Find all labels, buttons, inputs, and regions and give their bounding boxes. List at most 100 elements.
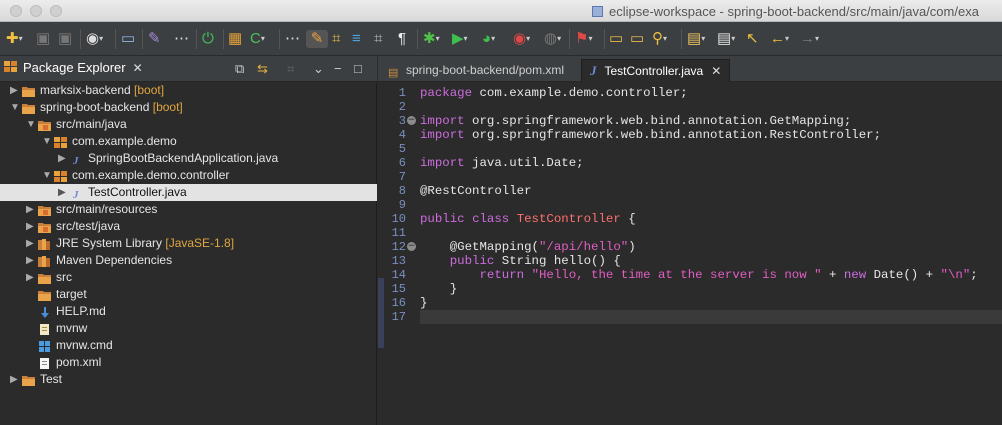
code-line[interactable] [420,170,1002,184]
main-toolbar: ✚▾ ▣ ▣ ◉▾ ▭ ✎ ⋯ ⏻ ▦ C▾ ⋯ ✎ ⌗ ≡ ⌗ ¶ ✱▾ ▶▾… [0,22,1002,56]
code-token: + [821,268,844,282]
tree-item[interactable]: ▼ com.example.demo [0,133,377,150]
code-line[interactable] [420,226,1002,240]
code-line[interactable]: @GetMapping("/api/hello") [420,240,1002,254]
user-profile-icon[interactable]: ◉▾ [86,30,103,48]
open-type-icon[interactable]: ▭ [609,30,623,48]
collapse-arrow-icon[interactable]: ▶ [26,218,34,235]
collapse-arrow-icon[interactable]: ▶ [58,184,66,201]
tree-item[interactable]: target [0,286,377,303]
collapse-arrow-icon[interactable]: ▶ [58,150,66,167]
expand-arrow-icon[interactable]: ▼ [26,116,36,133]
line-number: 8 [398,184,406,198]
external-tools-icon[interactable]: ◉▾ [513,30,530,48]
terminal-icon[interactable]: ▭ [121,30,135,48]
expand-arrow-icon[interactable]: ▼ [10,99,20,116]
back-icon[interactable]: ←▾ [770,30,789,48]
maximize-view-icon[interactable]: □ [354,61,362,77]
coverage-icon[interactable]: ◕▾ [482,30,495,48]
tree-item[interactable]: ▶ J SpringBootBackendApplication.java [0,150,377,167]
tab-testcontroller-java[interactable]: J TestController.java ✕ [581,59,731,82]
tree-item[interactable]: HELP.md [0,303,377,320]
next-annotation-icon[interactable]: ⋯ [285,30,300,48]
code-line[interactable]: import java.util.Date; [420,156,1002,170]
stop-icon[interactable]: ◍▾ [544,30,561,48]
tree-item[interactable]: pom.xml [0,354,377,371]
last-edit-location-icon[interactable]: ↖ [746,30,759,48]
collapse-arrow-icon[interactable]: ▶ [26,235,34,252]
forward-icon[interactable]: →▾ [800,30,819,48]
toggle-breadcrumb-icon[interactable]: ⋯ [174,30,189,48]
filter-icon[interactable]: ⌗ [287,61,294,77]
tree-item[interactable]: ▶ src/test/java [0,218,377,235]
expand-arrow-icon[interactable]: ▼ [42,167,52,184]
view-menu-icon[interactable]: ⌄ [313,61,324,77]
code-line[interactable]: import org.springframework.web.bind.anno… [420,128,1002,142]
collapse-arrow-icon[interactable]: ▶ [10,371,18,388]
minimize-window-button[interactable] [30,5,42,17]
tree-item[interactable]: ▶ marksix-backend [boot] [0,82,377,99]
collapse-arrow-icon[interactable]: ▶ [26,252,34,269]
tree-item[interactable]: ▶ Maven Dependencies [0,252,377,269]
mark-occurrences-icon[interactable]: ✎ [306,30,328,48]
close-tab-icon[interactable]: ✕ [711,64,721,78]
package-explorer-tab[interactable]: Package Explorer ✕ [4,60,143,80]
run-icon[interactable]: ▶▾ [452,30,468,48]
package-icon [54,170,67,182]
expand-arrow-icon[interactable]: ▼ [42,133,52,150]
close-tab-icon[interactable]: ✕ [133,61,143,75]
word-wrap-icon[interactable]: ≡ [352,30,361,48]
new-java-package-icon[interactable]: ▦ [228,30,242,48]
tree-item[interactable]: ▼ src/main/java [0,116,377,133]
code-line[interactable] [420,100,1002,114]
code-line[interactable]: @RestController [420,184,1002,198]
collapse-arrow-icon[interactable]: ▶ [10,82,18,99]
tree-item[interactable]: ▼ com.example.demo.controller [0,167,377,184]
next-edit-location-icon[interactable]: ▤▾ [687,30,705,48]
tab-pom-xml[interactable]: ▤ spring-boot-backend/pom.xml [380,59,572,82]
close-window-button[interactable] [10,5,22,17]
spring-boot-run-icon[interactable]: ⚑▾ [575,30,592,48]
search-icon[interactable]: ⚲▾ [652,30,667,48]
tree-item[interactable]: ▶ Test [0,371,377,388]
debug-icon[interactable]: ✱▾ [423,30,440,48]
tree-item[interactable]: ▶ J TestController.java [0,184,377,201]
save-all-icon[interactable]: ▣ [58,30,72,48]
show-whitespace-box-icon[interactable]: ⌗ [374,30,382,48]
code-line[interactable]: } [420,282,1002,296]
collapse-arrow-icon[interactable]: ▶ [26,201,34,218]
fold-toggle-icon[interactable]: − [407,116,416,125]
open-task-icon[interactable]: ▭ [630,30,644,48]
fold-toggle-icon[interactable]: − [407,242,416,251]
block-selection-icon[interactable]: ⌗ [332,30,340,48]
link-with-editor-icon[interactable]: ⇆ [257,61,268,77]
spring-boot-dashboard-icon[interactable]: ⏻ [202,30,214,48]
tree-item[interactable]: ▶ JRE System Library [JavaSE-1.8] [0,235,377,252]
show-whitespace-icon[interactable]: ¶ [398,30,406,48]
tree-item[interactable]: mvnw.cmd [0,337,377,354]
code-line[interactable]: } [420,296,1002,310]
new-java-class-icon[interactable]: C▾ [250,30,265,48]
collapse-arrow-icon[interactable]: ▶ [26,269,34,286]
code-line[interactable]: import org.springframework.web.bind.anno… [420,114,1002,128]
tree-item[interactable]: ▶ src/main/resources [0,201,377,218]
current-line[interactable] [420,310,1002,324]
line-number: 12 [391,240,406,254]
skip-breakpoints-icon[interactable]: ✎ [148,30,161,48]
code-line[interactable]: public class TestController { [420,212,1002,226]
tree-item[interactable]: ▼ spring-boot-backend [boot] [0,99,377,116]
code-line[interactable]: package com.example.demo.controller; [420,86,1002,100]
tree-item[interactable]: ▶ src [0,269,377,286]
new-icon[interactable]: ✚▾ [6,30,23,48]
minimize-view-icon[interactable]: − [334,61,342,77]
code-line[interactable]: return "Hello, the time at the server is… [420,268,1002,282]
save-icon[interactable]: ▣ [36,30,50,48]
zoom-window-button[interactable] [50,5,62,17]
previous-edit-location-icon[interactable]: ▤▾ [717,30,735,48]
collapse-all-icon[interactable]: ⧉ [235,61,244,77]
code-line[interactable] [420,198,1002,212]
tree-item[interactable]: mvnw [0,320,377,337]
code-line[interactable]: public String hello() { [420,254,1002,268]
code-line[interactable] [420,142,1002,156]
